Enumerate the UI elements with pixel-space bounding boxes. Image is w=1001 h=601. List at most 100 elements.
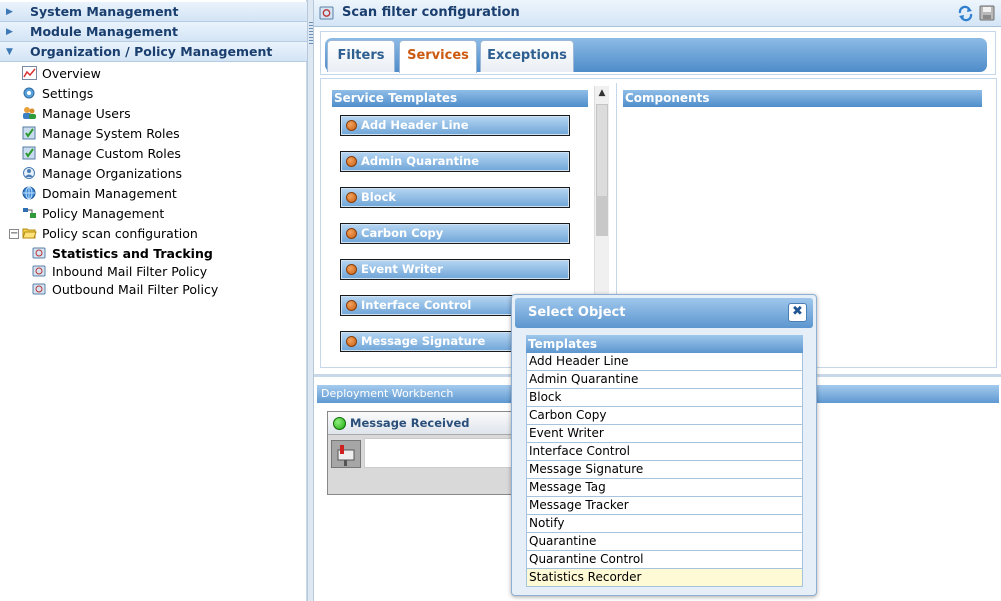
nav-item-manage-system-roles[interactable]: Manage System Roles	[22, 125, 180, 143]
section-module-management[interactable]: ▶ Module Management	[0, 22, 307, 42]
list-item[interactable]: Message Tag	[526, 479, 803, 497]
template-label: Message Signature	[361, 334, 486, 348]
organization-icon	[22, 166, 37, 180]
template-label: Admin Quarantine	[361, 154, 480, 168]
shield-check-icon	[22, 146, 37, 160]
list-item[interactable]: Message Signature	[526, 461, 803, 479]
tabs-container: Filters Services Exceptions	[320, 31, 996, 75]
nav-label: Manage System Roles	[42, 126, 180, 141]
globe-icon	[22, 186, 37, 200]
status-dot-icon	[333, 417, 346, 430]
users-icon	[22, 106, 37, 120]
mailbox-icon[interactable]	[331, 440, 361, 468]
nav-label: Policy scan configuration	[42, 226, 198, 241]
nav-item-domain-management[interactable]: Domain Management	[22, 185, 177, 203]
nav-subitem-outbound-mail-filter[interactable]: Outbound Mail Filter Policy	[32, 281, 218, 299]
splitter-grip-icon[interactable]	[309, 22, 313, 44]
nav-label: Manage Users	[42, 106, 131, 121]
folder-open-icon	[22, 226, 37, 240]
close-icon[interactable]: ✖	[788, 303, 807, 322]
list-item[interactable]: Block	[526, 389, 803, 407]
section-label: Module Management	[30, 24, 178, 39]
nav-label: Statistics and Tracking	[52, 246, 213, 261]
components-header: Components	[623, 90, 982, 107]
template-carbon-copy[interactable]: Carbon Copy	[340, 223, 570, 244]
nav-label: Manage Organizations	[42, 166, 183, 181]
scan-config-icon	[319, 5, 335, 21]
chevron-right-icon: ▶	[6, 7, 13, 17]
chevron-down-icon: ▼	[6, 47, 13, 57]
section-organization-policy[interactable]: ▼ Organization / Policy Management	[0, 42, 307, 62]
chart-icon	[22, 66, 37, 80]
nav-label: Manage Custom Roles	[42, 146, 181, 161]
nav-item-manage-organizations[interactable]: Manage Organizations	[22, 165, 182, 183]
list-item[interactable]: Message Tracker	[526, 497, 803, 515]
section-system-management[interactable]: ▶ System Management	[0, 2, 307, 22]
nav-label: Inbound Mail Filter Policy	[52, 264, 208, 279]
list-item[interactable]: Interface Control	[526, 443, 803, 461]
nav-item-overview[interactable]: Overview	[22, 65, 101, 83]
chevron-right-icon: ▶	[6, 27, 13, 37]
panel-splitter[interactable]	[307, 0, 314, 601]
nav-item-settings[interactable]: Settings	[22, 85, 93, 103]
templates-list-header: Templates	[526, 335, 803, 353]
scroll-thumb-grip	[596, 196, 608, 236]
collapse-toggle-icon[interactable]: −	[9, 229, 19, 239]
template-dot-icon	[346, 192, 357, 203]
list-item-selected[interactable]: Statistics Recorder	[526, 569, 803, 587]
nav-subitem-statistics-tracking[interactable]: Statistics and Tracking	[32, 245, 213, 263]
nav-item-manage-custom-roles[interactable]: Manage Custom Roles	[22, 145, 181, 163]
tab-exceptions[interactable]: Exceptions	[480, 40, 574, 72]
node-header: Message Received	[328, 412, 526, 435]
template-dot-icon	[346, 228, 357, 239]
list-item[interactable]: Notify	[526, 515, 803, 533]
template-dot-icon	[346, 300, 357, 311]
template-block[interactable]: Block	[340, 187, 570, 208]
nav-label: Policy Management	[42, 206, 165, 221]
template-label: Interface Control	[361, 298, 472, 312]
list-item[interactable]: Quarantine Control	[526, 551, 803, 569]
nav-label: Settings	[42, 86, 94, 101]
nav-item-manage-users[interactable]: Manage Users	[22, 105, 131, 123]
template-label: Block	[361, 190, 397, 204]
dialog-title: Select Object	[515, 298, 813, 328]
page-title: Scan filter configuration	[342, 5, 520, 20]
nav-item-policy-scan-configuration[interactable]: Policy scan configuration	[22, 225, 198, 243]
gear-icon	[22, 86, 37, 100]
refresh-icon[interactable]	[957, 5, 974, 25]
section-label: System Management	[30, 4, 179, 19]
list-item[interactable]: Add Header Line	[526, 353, 803, 371]
template-admin-quarantine[interactable]: Admin Quarantine	[340, 151, 570, 172]
main-header: Scan filter configuration	[314, 0, 1001, 27]
select-object-dialog: Select Object ✖ Templates Add Header Lin…	[511, 294, 817, 596]
save-icon[interactable]	[979, 5, 995, 24]
message-received-node[interactable]: Message Received	[327, 411, 527, 495]
node-drop-area[interactable]	[364, 438, 524, 468]
template-add-header-line[interactable]: Add Header Line	[340, 115, 570, 136]
tab-filters[interactable]: Filters	[327, 40, 395, 72]
template-dot-icon	[346, 120, 357, 131]
template-label: Add Header Line	[361, 118, 469, 132]
tab-bar: Filters Services Exceptions	[325, 38, 987, 73]
nav-label: Outbound Mail Filter Policy	[52, 282, 219, 297]
scan-icon	[32, 246, 47, 260]
template-label: Carbon Copy	[361, 226, 444, 240]
list-item[interactable]: Quarantine	[526, 533, 803, 551]
template-label: Event Writer	[361, 262, 443, 276]
left-navigation: ▶ System Management ▶ Module Management …	[0, 0, 307, 601]
list-item[interactable]: Admin Quarantine	[526, 371, 803, 389]
nav-label: Domain Management	[42, 186, 177, 201]
scan-icon	[32, 264, 47, 278]
template-dot-icon	[346, 156, 357, 167]
service-templates-header: Service Templates	[332, 90, 588, 107]
tab-services[interactable]: Services	[399, 40, 477, 73]
node-title: Message Received	[350, 416, 470, 430]
list-item[interactable]: Carbon Copy	[526, 407, 803, 425]
shield-check-icon	[22, 126, 37, 140]
nav-subitem-inbound-mail-filter[interactable]: Inbound Mail Filter Policy	[32, 263, 207, 281]
scroll-up-icon[interactable]: ▲	[595, 86, 609, 100]
policy-icon	[22, 206, 37, 220]
nav-item-policy-management[interactable]: Policy Management	[22, 205, 164, 223]
template-event-writer[interactable]: Event Writer	[340, 259, 570, 280]
list-item[interactable]: Event Writer	[526, 425, 803, 443]
